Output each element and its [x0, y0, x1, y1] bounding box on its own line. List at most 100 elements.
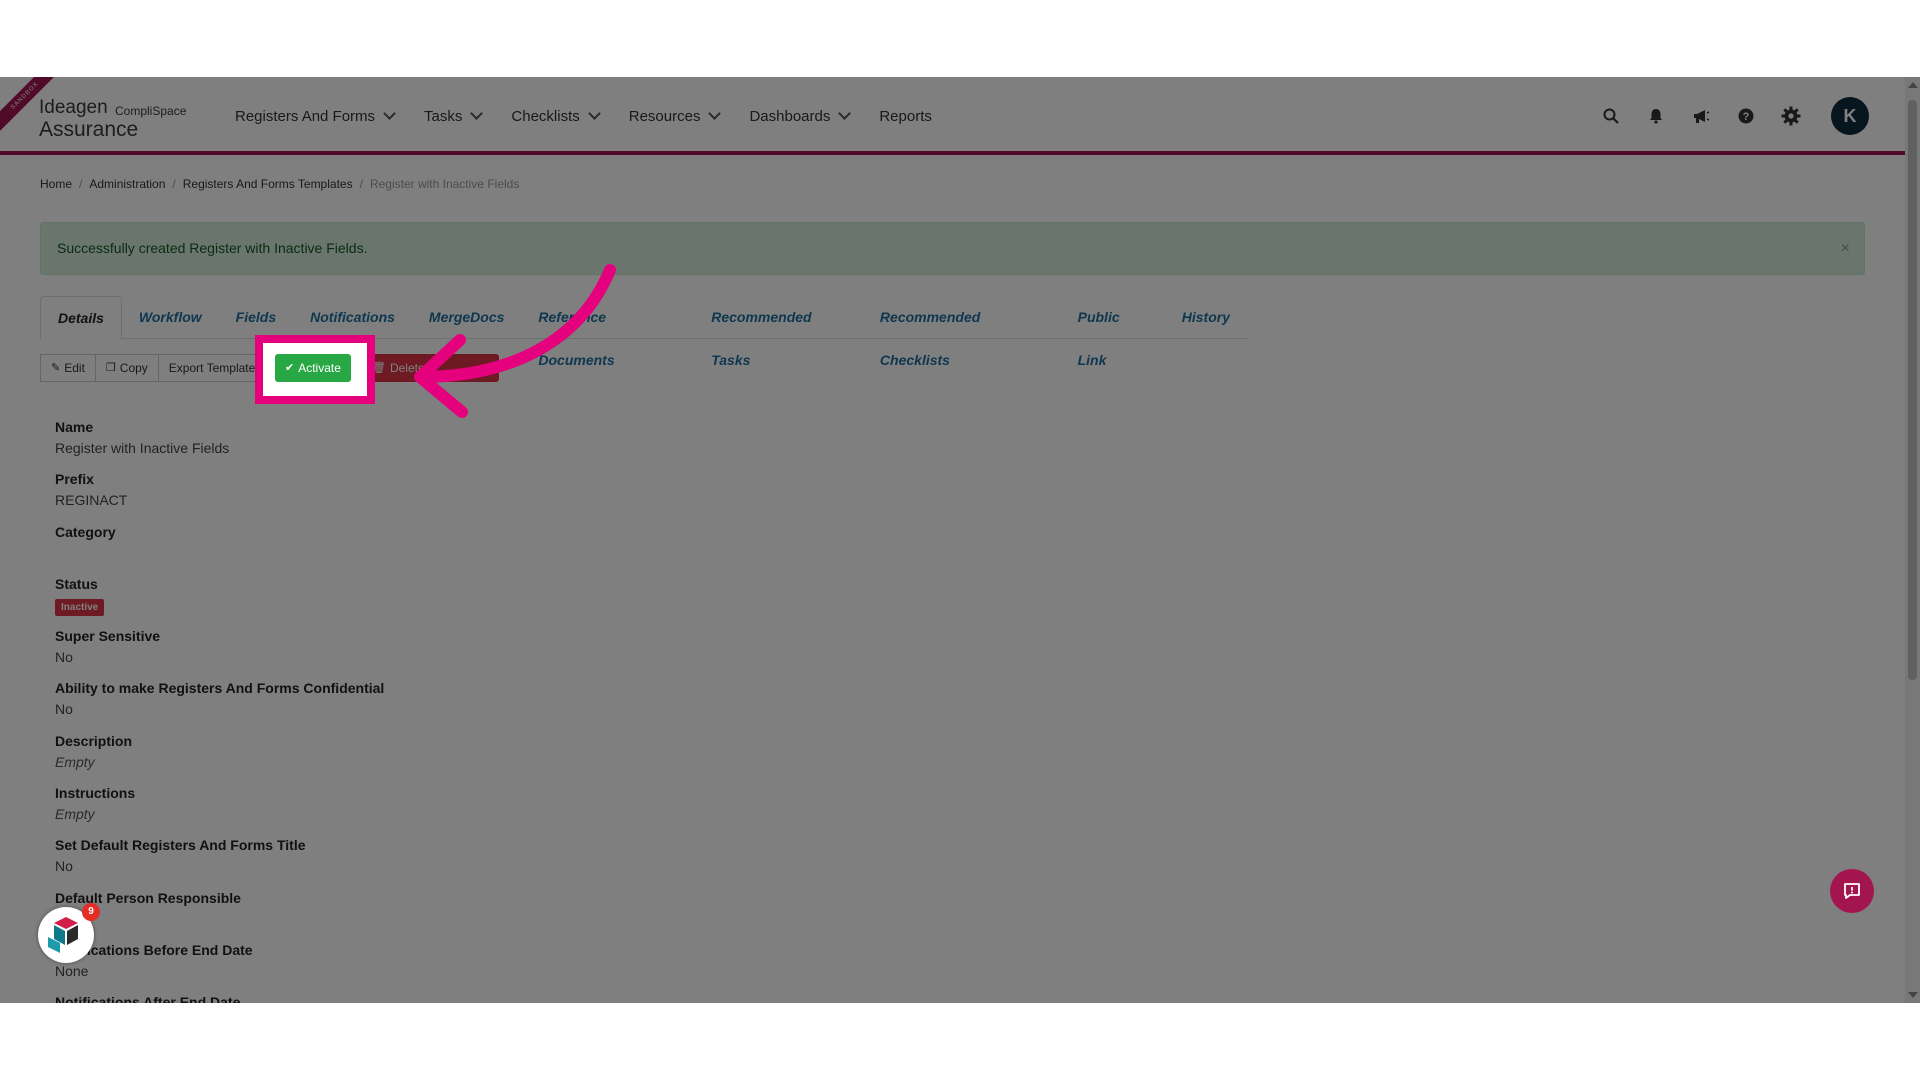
field-value — [55, 543, 855, 564]
tab-recommended-checklists[interactable]: Recommended Checklists — [863, 296, 1061, 368]
field-value: None — [55, 962, 89, 979]
field-default-title: Set Default Registers And Forms Title No — [55, 835, 855, 887]
scroll-thumb[interactable] — [1908, 100, 1917, 680]
field-label: Default Person Responsible — [55, 889, 241, 906]
field-label: Prefix — [55, 471, 94, 488]
chevron-down-icon — [470, 107, 484, 120]
nav-dashboards[interactable]: Dashboards — [749, 107, 852, 125]
field-instructions: Instructions Empty — [55, 783, 855, 835]
activate-button[interactable]: ✔ Activate — [275, 354, 351, 382]
help-icon[interactable]: ? — [1736, 106, 1756, 126]
field-status: Status Inactive — [55, 574, 855, 626]
svg-text:?: ? — [1743, 111, 1750, 123]
close-icon[interactable]: × — [1841, 223, 1850, 274]
field-label: Category — [55, 523, 116, 540]
field-value: No — [55, 701, 73, 718]
nav-reports[interactable]: Reports — [879, 108, 932, 125]
nav-resources[interactable]: Resources — [628, 107, 722, 125]
alert-message: Successfully created Register with Inact… — [57, 240, 368, 256]
field-label: Ability to make Registers And Forms Conf… — [55, 680, 385, 697]
logo-sub: CompliSpace — [115, 104, 187, 118]
breadcrumb-administration[interactable]: Administration — [89, 177, 165, 191]
field-category: Category — [55, 522, 855, 574]
field-confidential: Ability to make Registers And Forms Conf… — [55, 678, 855, 730]
copy-label: Copy — [119, 361, 148, 375]
field-notifications-before: Notifications Before End Date None — [55, 940, 855, 992]
chevron-down-icon — [708, 107, 722, 120]
bell-icon[interactable] — [1646, 106, 1666, 126]
breadcrumb-separator: / — [172, 177, 176, 191]
field-value: Empty — [55, 753, 95, 770]
nav-checklists[interactable]: Checklists — [511, 107, 601, 125]
tab-public-link[interactable]: Public Link — [1061, 296, 1165, 368]
field-label: Super Sensitive — [55, 628, 161, 645]
field-value: No — [55, 858, 73, 875]
field-name: Name Register with Inactive Fields — [55, 417, 855, 469]
field-label: Notifications After End Date — [55, 994, 241, 1003]
help-widget[interactable]: 9 — [38, 903, 100, 963]
nav-registers-and-forms[interactable]: Registers And Forms — [235, 107, 396, 125]
export-label: Export Template — [168, 361, 256, 375]
field-notifications-after: Notifications After End Date — [55, 992, 855, 1003]
nav-label: Checklists — [511, 107, 580, 125]
nav-label: Tasks — [424, 107, 463, 125]
tab-fields[interactable]: Fields — [219, 296, 293, 339]
nav-tasks[interactable]: Tasks — [424, 107, 484, 125]
breadcrumb-separator: / — [79, 177, 83, 191]
nav-label: Resources — [628, 107, 701, 125]
field-value: No — [55, 649, 73, 666]
nav-label: Dashboards — [749, 107, 831, 125]
notification-count-badge: 9 — [82, 903, 100, 921]
field-super-sensitive: Super Sensitive No — [55, 626, 855, 678]
field-label: Instructions — [55, 785, 136, 802]
field-value: Empty — [55, 806, 95, 823]
megaphone-icon[interactable] — [1691, 106, 1711, 126]
tab-details[interactable]: Details — [40, 296, 122, 340]
field-value: REGINACT — [55, 492, 128, 509]
edit-icon: ✎ — [51, 362, 61, 374]
scroll-down-icon[interactable] — [1908, 992, 1918, 998]
chevron-down-icon — [587, 107, 601, 120]
breadcrumb: Home / Administration / Registers And Form… — [40, 177, 519, 191]
breadcrumb-templates[interactable]: Registers And Forms Templates — [183, 177, 353, 191]
field-label: Status — [55, 575, 98, 592]
user-avatar[interactable]: K — [1831, 97, 1869, 135]
logo-product: Assurance — [39, 118, 139, 141]
export-template-button[interactable]: Export Template — [157, 354, 267, 382]
field-label: Notifications Before End Date — [55, 941, 253, 958]
tab-recommended-tasks[interactable]: Recommended Tasks — [694, 296, 863, 368]
header-icons: ? K — [1576, 77, 1905, 155]
edit-button[interactable]: ✎ Edit — [40, 354, 96, 382]
breadcrumb-current: Register with Inactive Fields — [369, 177, 520, 191]
chat-icon — [1844, 883, 1860, 899]
nav-label: Reports — [879, 107, 932, 125]
scrollbar[interactable] — [1905, 77, 1920, 1003]
action-bar: ✎ Edit ❐ Copy Export Template 🗑 Delete — [40, 354, 499, 382]
nav-label: Registers And Forms — [235, 107, 376, 125]
success-alert: Successfully created Register with Inact… — [40, 222, 1865, 275]
chevron-down-icon — [383, 107, 396, 120]
search-icon[interactable] — [1601, 106, 1621, 126]
copy-icon: ❐ — [105, 362, 116, 374]
breadcrumb-home[interactable]: Home — [40, 177, 72, 191]
field-prefix: Prefix REGINACT — [55, 469, 855, 521]
main-nav: Registers And Forms Tasks Checklists Res… — [235, 77, 962, 155]
logo[interactable]: Ideagen CompliSpace Assurance — [39, 94, 199, 141]
check-icon: ✔ — [285, 362, 295, 374]
details-fields: Name Register with Inactive Fields Prefix… — [55, 417, 855, 1003]
top-navbar: SANDBOX Ideagen CompliSpace Assurance Re… — [0, 77, 1905, 155]
chat-button[interactable] — [1830, 869, 1874, 913]
app-window: SANDBOX Ideagen CompliSpace Assurance Re… — [0, 77, 1920, 1003]
field-default-person: Default Person Responsible — [55, 888, 855, 940]
tab-workflow[interactable]: Workflow — [122, 296, 219, 339]
gear-icon[interactable] — [1781, 106, 1801, 126]
field-value — [55, 909, 855, 930]
chevron-down-icon — [838, 107, 852, 120]
copy-button[interactable]: ❐ Copy — [94, 354, 159, 382]
field-label: Description — [55, 732, 133, 749]
breadcrumb-separator: / — [359, 177, 363, 191]
detail-tabs: Details Workflow Fields Notifications Me… — [40, 296, 1247, 368]
tab-history[interactable]: History — [1165, 296, 1247, 339]
edit-label: Edit — [64, 361, 85, 375]
scroll-up-icon[interactable] — [1908, 82, 1918, 88]
